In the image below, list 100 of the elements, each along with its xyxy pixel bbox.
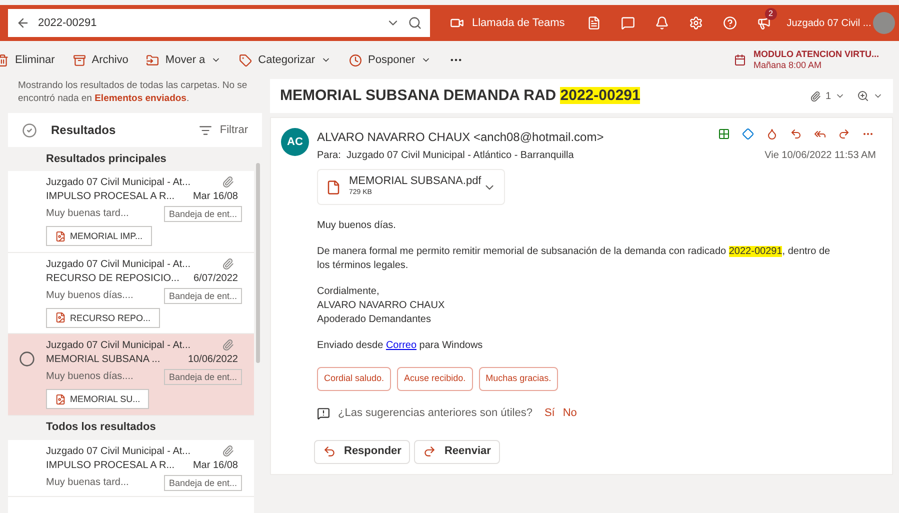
date-text: Mar 16/08	[192, 458, 239, 472]
apps-icon[interactable]	[718, 128, 730, 140]
action-button[interactable]: Reenviar	[414, 440, 500, 464]
subject-text: MEMORIAL SUBSANA ...	[46, 353, 160, 367]
message-item[interactable]: Juzgado 07 Civil Municipal - At... MEMORIAL SUBSANA ... 10/06/2022 Muy buenos días.... Bandeja de ent... MEMORIAL SU...	[8, 334, 254, 416]
attachment-count[interactable]: 1	[825, 88, 831, 104]
help-icon[interactable]	[722, 16, 737, 30]
toolbar-icon	[349, 54, 362, 66]
paperclip-icon	[222, 339, 234, 351]
folder-tag: Bandeja de ent...	[164, 369, 242, 385]
signature-line: Apoderado Demandantes	[317, 313, 432, 327]
image-file-icon	[55, 394, 66, 404]
paperclip-icon	[810, 90, 822, 102]
toolbar-button[interactable]: Archivo	[72, 52, 128, 68]
megaphone-icon[interactable]	[756, 16, 771, 30]
sender-name: Juzgado 07 Civil Municipal - At...	[46, 258, 191, 272]
message-item[interactable]: Juzgado 07 Civil Municipal - At... RECURSO DE REPOSICIO... 6/07/2022 Muy buenos días.... Bandeja de ent... RECURSO REPO...	[8, 252, 254, 334]
forward-icon[interactable]	[838, 128, 850, 140]
message-item[interactable]: Juzgado 07 Civil Municipal - At... IMPULSO PROCESAL A R... Mar 16/08 Muy buenas tard... Bandeja de ent...	[8, 440, 254, 496]
image-file-icon	[55, 230, 66, 242]
document-icon[interactable]	[586, 16, 601, 30]
mail-link[interactable]: Correo	[386, 340, 417, 351]
preview-text: Muy buenas tard...	[46, 476, 129, 490]
toolbar-button[interactable]: Mover a	[146, 52, 222, 68]
toolbar-button[interactable]: Eliminar	[0, 52, 55, 68]
body-paragraph: Muy buenos días.	[317, 219, 397, 233]
reply-icon[interactable]	[790, 128, 802, 140]
video-camera-icon[interactable]	[450, 16, 464, 30]
subject-text: IMPULSO PROCESAL A R...	[46, 458, 175, 472]
filter-button[interactable]: Filtrar	[198, 122, 248, 138]
results-title: Resultados	[51, 122, 116, 139]
folder-tag: Bandeja de ent...	[164, 288, 242, 304]
sender-avatar: AC	[281, 128, 309, 156]
toolbar-button[interactable]: Posponer	[349, 52, 432, 68]
preview-text: Muy buenas tard...	[46, 207, 129, 221]
toolbar-icon	[239, 54, 252, 66]
reply-arrow-icon	[323, 445, 336, 458]
toolbar-button[interactable]: Categorizar	[239, 52, 332, 68]
notification-badge: 2	[764, 8, 777, 20]
image-file-icon	[55, 312, 66, 323]
sender-name: Juzgado 07 Civil Municipal - At...	[46, 444, 191, 458]
signature-line: Cordialmente,	[317, 285, 380, 299]
subject-text: IMPULSO PROCESAL A R...	[46, 190, 175, 204]
toolbar-icon	[146, 54, 160, 66]
email-subject: MEMORIAL SUBSANA DEMANDA RAD 2022-00291	[280, 86, 640, 106]
signature-line: ALVARO NAVARRO CHAUX	[317, 299, 446, 313]
quick-reply-button[interactable]: Cordial saludo.	[317, 367, 392, 391]
date-text: 6/07/2022	[194, 272, 239, 286]
paperclip-icon	[222, 176, 234, 188]
reminder-time: Mañana 8:00 AM	[754, 60, 823, 71]
folder-tag: Bandeja de ent...	[164, 206, 242, 222]
search-input[interactable]: 2022-00291	[38, 14, 378, 32]
zoom-icon[interactable]	[857, 90, 869, 102]
reply-all-icon[interactable]	[814, 128, 826, 140]
quick-reply-button[interactable]: Acuse recibido.	[397, 367, 473, 391]
pdf-file-icon	[326, 180, 341, 194]
quick-reply-button[interactable]: Muchas gracias.	[478, 367, 558, 391]
sender-address[interactable]: ALVARO NAVARRO CHAUX <anch08@hotmail.com>	[317, 128, 604, 146]
reminder-title[interactable]: MODULO ATENCION VIRTU...	[754, 49, 879, 60]
folder-tag: Bandeja de ent...	[164, 474, 242, 490]
paperclip-icon	[222, 444, 234, 456]
select-circle-icon[interactable]	[19, 351, 35, 367]
forward-arrow-icon	[423, 445, 436, 458]
group-heading: Todos los resultados	[8, 416, 254, 440]
scrollbar[interactable]	[254, 147, 262, 513]
bell-icon[interactable]	[654, 16, 669, 30]
chat-icon[interactable]	[620, 16, 635, 30]
diamond-icon[interactable]	[742, 128, 754, 140]
toolbar-icon	[72, 54, 86, 66]
body-paragraph: De manera formal me permito remitir memorial de subsanación de la demanda con radicado 2022-00291, dentro de los términos legales.	[317, 245, 832, 273]
preview-text: Muy buenos días....	[46, 370, 134, 384]
droplet-icon[interactable]	[766, 128, 778, 140]
recipient-line: Para: Juzgado 07 Civil Municipal - Atlántico - Barranquilla	[317, 149, 574, 163]
calendar-icon	[734, 54, 746, 66]
filter-icon	[198, 124, 212, 136]
no-link[interactable]: No	[562, 405, 577, 422]
search-field[interactable]: 2022-00291	[8, 9, 430, 37]
search-icon[interactable]	[408, 16, 422, 30]
subject-text: RECURSO DE REPOSICIO...	[46, 272, 180, 286]
attachment-chip[interactable]: MEMORIAL IMP...	[46, 226, 152, 246]
sender-name: Juzgado 07 Civil Municipal - At...	[46, 339, 191, 353]
date-text: 10/06/2022	[188, 353, 239, 367]
paperclip-icon	[222, 258, 234, 270]
attachment-chip[interactable]: RECURSO REPO...	[46, 308, 160, 328]
preview-text: Muy buenos días....	[46, 288, 134, 302]
sent-from-line: Enviado desde Correo para Windows	[317, 339, 484, 353]
sender-name: Juzgado 07 Civil Municipal - At...	[46, 176, 191, 190]
feedback-icon	[317, 406, 330, 420]
action-button[interactable]: Responder	[314, 440, 410, 464]
settings-icon[interactable]	[688, 16, 703, 30]
email-date: Vie 10/06/2022 11:53 AM	[764, 149, 876, 163]
select-all-icon[interactable]	[22, 122, 37, 138]
feedback-question: ¿Las sugerencias anteriores son útiles?	[338, 406, 532, 421]
date-text: Mar 16/08	[192, 190, 239, 204]
group-heading: Resultados principales	[8, 147, 254, 171]
teams-call-link[interactable]: Llamada de Teams	[472, 14, 565, 32]
attachment-name: MEMORIAL SUBSANA.pdf	[349, 175, 482, 187]
attachment-chip[interactable]: MEMORIAL SU...	[46, 389, 150, 409]
account-name[interactable]: Juzgado 07 Civil ...	[786, 16, 872, 30]
yes-link[interactable]: Sí	[544, 405, 555, 422]
